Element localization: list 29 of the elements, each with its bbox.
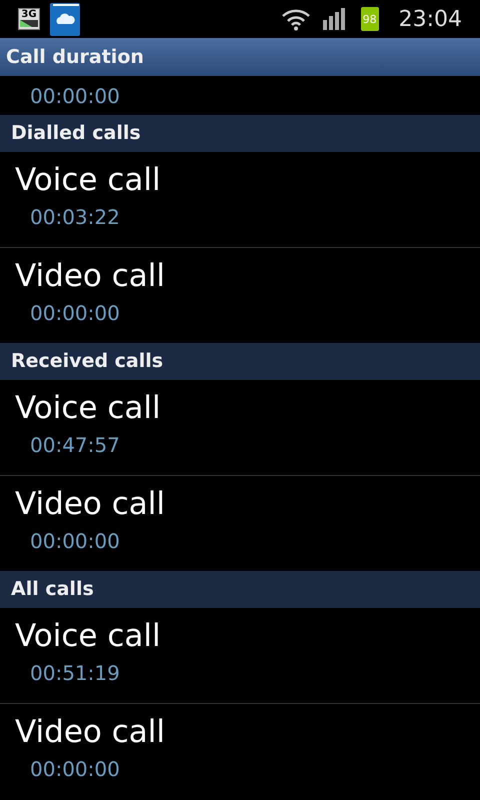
duration-text: 00:03:22: [30, 204, 121, 230]
clock: 23:04: [398, 6, 462, 34]
duration-text: 00:47:57: [30, 432, 121, 458]
duration-text: 00:51:19: [30, 660, 121, 686]
signal-icon: [322, 8, 347, 30]
network-badge: 3G: [18, 8, 40, 30]
item-label: Voice call: [15, 617, 162, 656]
duration-text: 00:00:00: [30, 300, 121, 326]
section-header: Dialled calls: [0, 115, 480, 152]
section-header: Received calls: [0, 343, 480, 380]
item-label: Voice call: [15, 161, 162, 200]
battery-icon: 98: [360, 7, 379, 31]
item-label: Video call: [15, 712, 166, 752]
list-item[interactable]: Voice call 00:03:22: [0, 152, 480, 248]
duration-text: 00:00:00: [30, 528, 121, 554]
item-label: Video call: [15, 484, 166, 524]
list-item[interactable]: Voice call 00:47:57: [0, 380, 480, 476]
screen-title: Call duration: [6, 44, 144, 70]
list-item[interactable]: Voice call 00:51:19: [0, 608, 480, 704]
duration-text: 00:00:00: [30, 82, 120, 110]
list-item[interactable]: Video call 00:00:00: [0, 248, 480, 343]
item-label: Voice call: [15, 389, 162, 428]
list-item[interactable]: Video call 00:00:00: [0, 704, 480, 799]
section-header: All calls: [0, 571, 480, 608]
list-item[interactable]: Video call 00:00:00: [0, 476, 480, 571]
item-label: Video call: [15, 256, 166, 296]
cloud-app-icon[interactable]: [50, 2, 80, 36]
duration-text: 00:00:00: [30, 756, 121, 782]
wifi-icon: [280, 7, 311, 31]
